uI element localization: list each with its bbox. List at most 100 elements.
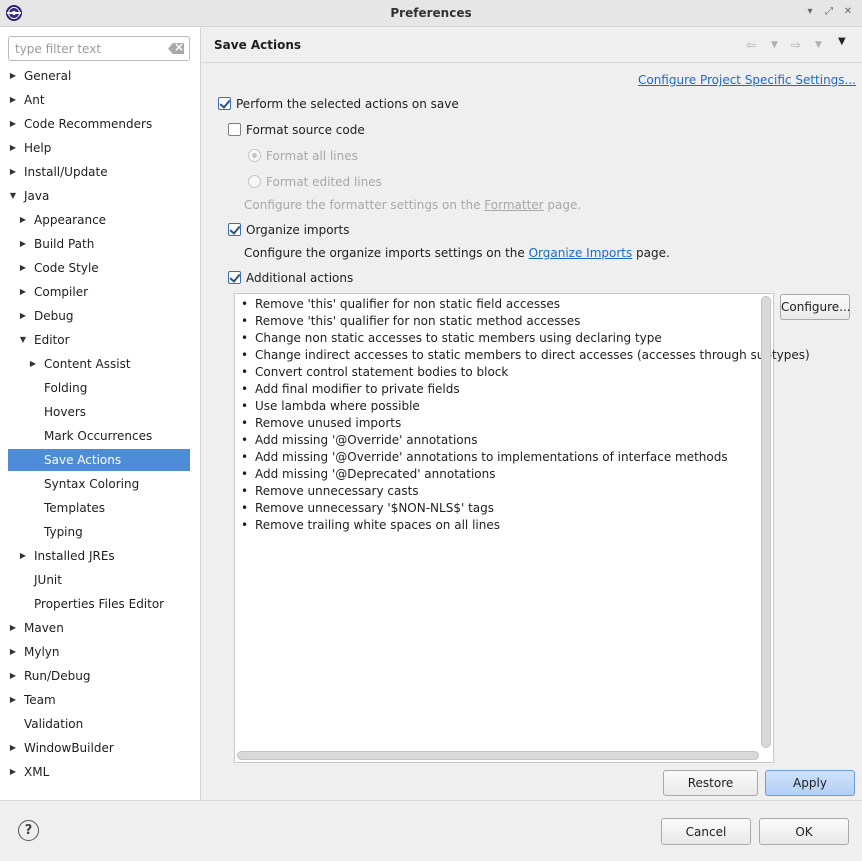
action-item: Add missing '@Deprecated' annotations [241, 466, 773, 483]
collapsed-chevron-icon[interactable] [8, 737, 18, 759]
expanded-chevron-icon[interactable] [18, 329, 28, 351]
tree-item-mark-occurrences[interactable]: Mark Occurrences [0, 425, 200, 447]
tree-item-label: XML [24, 765, 50, 779]
tree-item-junit[interactable]: JUnit [0, 569, 200, 591]
organize-imports-checkbox[interactable] [228, 223, 241, 236]
tree-item-label: Mark Occurrences [44, 429, 153, 443]
collapsed-chevron-icon[interactable] [18, 257, 28, 279]
action-item: Remove 'this' qualifier for non static f… [241, 296, 773, 313]
tree-item-appearance[interactable]: Appearance [0, 209, 200, 231]
tree-item-install-update[interactable]: Install/Update [0, 161, 200, 183]
tree-item-help[interactable]: Help [0, 137, 200, 159]
tree-item-label: Maven [24, 621, 64, 635]
tree-item-save-actions[interactable]: Save Actions [8, 449, 190, 471]
tree-item-mylyn[interactable]: Mylyn [0, 641, 200, 663]
organize-imports-link[interactable]: Organize Imports [529, 246, 633, 260]
format-edited-lines-radio [248, 175, 261, 188]
tree-item-editor[interactable]: Editor [0, 329, 200, 351]
close-icon[interactable]: ✕ [841, 5, 855, 19]
back-arrow-icon[interactable]: ⇦ [746, 38, 756, 52]
back-menu-chevron-icon[interactable]: ▼ [771, 40, 778, 50]
apply-button[interactable]: Apply [765, 770, 855, 796]
additional-actions-checkbox[interactable] [228, 271, 241, 284]
configure-project-settings-link[interactable]: Configure Project Specific Settings... [638, 73, 856, 87]
tree-item-templates[interactable]: Templates [0, 497, 200, 519]
tree-item-typing[interactable]: Typing [0, 521, 200, 543]
tree-item-code-recommenders[interactable]: Code Recommenders [0, 113, 200, 135]
collapsed-chevron-icon[interactable] [18, 305, 28, 327]
collapsed-chevron-icon[interactable] [8, 137, 18, 159]
tree-item-compiler[interactable]: Compiler [0, 281, 200, 303]
collapsed-chevron-icon[interactable] [8, 89, 18, 111]
filter-field[interactable] [8, 36, 190, 61]
collapsed-chevron-icon[interactable] [18, 545, 28, 567]
tree-item-team[interactable]: Team [0, 689, 200, 711]
tree-item-maven[interactable]: Maven [0, 617, 200, 639]
tree-item-xml[interactable]: XML [0, 761, 200, 783]
expanded-chevron-icon[interactable] [8, 185, 18, 207]
collapsed-chevron-icon[interactable] [8, 641, 18, 663]
tree-item-label: Installed JREs [34, 549, 115, 563]
tree-item-label: JUnit [34, 573, 62, 587]
view-menu-icon[interactable]: ▼ [838, 36, 846, 47]
configure-button[interactable]: Configure... [780, 294, 851, 320]
tree-item-label: Typing [44, 525, 83, 539]
tree-item-syntax-coloring[interactable]: Syntax Coloring [0, 473, 200, 495]
tree-item-label: Templates [44, 501, 106, 515]
collapsed-chevron-icon[interactable] [8, 665, 18, 687]
collapsed-chevron-icon[interactable] [18, 233, 28, 255]
horizontal-scrollbar[interactable] [237, 751, 759, 760]
tree-item-java[interactable]: Java [0, 185, 200, 207]
action-item: Remove 'this' qualifier for non static m… [241, 313, 773, 330]
collapsed-chevron-icon[interactable] [28, 353, 38, 375]
collapsed-chevron-icon[interactable] [8, 161, 18, 183]
tree-item-label: Syntax Coloring [44, 477, 140, 491]
tree-item-validation[interactable]: Validation [0, 713, 200, 735]
minimize-icon[interactable]: ▾ [803, 5, 817, 19]
tree-item-label: Editor [34, 333, 70, 347]
format-source-checkbox[interactable] [228, 123, 241, 136]
clear-filter-icon[interactable] [168, 43, 184, 54]
tree-item-properties-files-editor[interactable]: Properties Files Editor [0, 593, 200, 615]
tree-item-ant[interactable]: Ant [0, 89, 200, 111]
maximize-icon[interactable]: ⤢ [822, 5, 836, 19]
vertical-scrollbar[interactable] [761, 296, 771, 748]
collapsed-chevron-icon[interactable] [8, 761, 18, 783]
tree-item-windowbuilder[interactable]: WindowBuilder [0, 737, 200, 759]
tree-item-run-debug[interactable]: Run/Debug [0, 665, 200, 687]
action-item: Remove trailing white spaces on all line… [241, 517, 773, 534]
action-item: Change non static accesses to static mem… [241, 330, 773, 347]
tree-item-code-style[interactable]: Code Style [0, 257, 200, 279]
forward-menu-chevron-icon[interactable]: ▼ [815, 40, 822, 50]
tree-item-label: Help [24, 141, 52, 155]
tree-item-label: Run/Debug [24, 669, 91, 683]
tree-item-general[interactable]: General [0, 65, 200, 87]
perform-actions-checkbox[interactable] [218, 97, 231, 110]
tree-item-build-path[interactable]: Build Path [0, 233, 200, 255]
tree-item-label: General [24, 69, 72, 83]
tree-item-label: Code Recommenders [24, 117, 153, 131]
cancel-button[interactable]: Cancel [661, 818, 751, 845]
action-item: Use lambda where possible [241, 398, 773, 415]
collapsed-chevron-icon[interactable] [18, 209, 28, 231]
help-icon[interactable]: ? [18, 820, 39, 841]
additional-actions-list-box[interactable]: Remove 'this' qualifier for non static f… [234, 293, 810, 763]
collapsed-chevron-icon[interactable] [8, 617, 18, 639]
tree-item-hovers[interactable]: Hovers [0, 401, 200, 423]
tree-item-content-assist[interactable]: Content Assist [0, 353, 200, 375]
organize-hint-text: Configure the organize imports settings … [244, 246, 529, 260]
filter-input[interactable] [13, 38, 163, 59]
restore-defaults-button[interactable]: Restore Defaults [663, 770, 758, 814]
tree-item-debug[interactable]: Debug [0, 305, 200, 327]
tree-item-installed-jres[interactable]: Installed JREs [0, 545, 200, 567]
tree-item-folding[interactable]: Folding [0, 377, 200, 399]
action-item: Add missing '@Override' annotations to i… [241, 449, 773, 466]
forward-arrow-icon[interactable]: ⇨ [791, 38, 801, 52]
collapsed-chevron-icon[interactable] [18, 281, 28, 303]
collapsed-chevron-icon[interactable] [8, 689, 18, 711]
ok-button[interactable]: OK [759, 818, 849, 845]
collapsed-chevron-icon[interactable] [8, 113, 18, 135]
collapsed-chevron-icon[interactable] [8, 65, 18, 87]
format-all-lines-radio [248, 149, 261, 162]
tree-item-label: Java [24, 189, 50, 203]
